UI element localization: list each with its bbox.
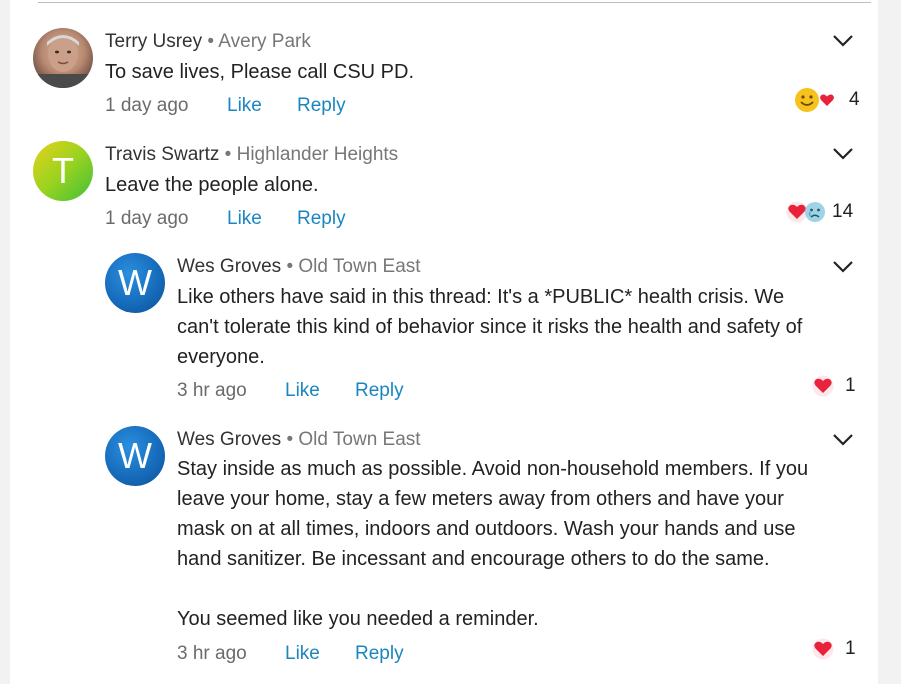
like-button[interactable]: Like	[285, 380, 320, 402]
heart-icon	[812, 375, 834, 397]
chevron-down-icon[interactable]	[832, 260, 854, 274]
avatar[interactable]: W	[105, 426, 165, 486]
comment-actions: 1 day ago Like Reply	[105, 95, 346, 117]
author-location[interactable]: Avery Park	[218, 31, 311, 52]
heart-icon	[812, 638, 834, 660]
reaction-summary[interactable]: 1	[812, 638, 856, 660]
timestamp: 3 hr ago	[177, 380, 247, 401]
timestamp: 1 day ago	[105, 208, 189, 229]
reaction-count: 1	[845, 638, 856, 659]
comment-actions: 3 hr ago Like Reply	[177, 380, 404, 402]
reaction-count: 1	[845, 375, 856, 396]
comment-text: Leave the people alone.	[105, 174, 319, 196]
comment-meta: Wes Groves • Old Town East	[177, 256, 421, 278]
author-location[interactable]: Old Town East	[298, 429, 420, 450]
reaction-count: 4	[849, 89, 860, 110]
author-name[interactable]: Terry Usrey	[105, 31, 202, 52]
avatar-initial: T	[52, 150, 74, 191]
chevron-down-icon[interactable]	[832, 433, 854, 447]
avatar[interactable]: T	[33, 141, 93, 201]
like-button[interactable]: Like	[227, 208, 262, 230]
reply-button[interactable]: Reply	[297, 208, 346, 230]
avatar-initial: W	[118, 435, 152, 476]
like-button[interactable]: Like	[285, 643, 320, 665]
reply-button[interactable]: Reply	[297, 95, 346, 117]
chevron-down-icon[interactable]	[832, 147, 854, 161]
comment-text: Like others have said in this thread: It…	[177, 286, 803, 368]
author-location[interactable]: Old Town East	[298, 256, 420, 277]
avatar-initial: W	[118, 262, 152, 303]
sad-icon	[805, 202, 825, 222]
chevron-down-icon[interactable]	[832, 34, 854, 48]
like-button[interactable]: Like	[227, 95, 262, 117]
timestamp: 3 hr ago	[177, 643, 247, 664]
separator: •	[219, 144, 237, 165]
divider	[38, 2, 871, 3]
heart-icon	[820, 94, 834, 106]
separator: •	[281, 429, 299, 450]
comment-meta: Wes Groves • Old Town East	[177, 429, 421, 451]
separator: •	[202, 31, 219, 52]
comments-panel: Terry Usrey • Avery Park To save lives, …	[10, 0, 878, 684]
reply-button[interactable]: Reply	[355, 380, 404, 402]
author-name[interactable]: Travis Swartz	[105, 144, 219, 165]
comment-actions: 3 hr ago Like Reply	[177, 643, 404, 665]
reaction-summary[interactable]: 14	[786, 201, 853, 223]
timestamp: 1 day ago	[105, 95, 189, 116]
reply-button[interactable]: Reply	[355, 643, 404, 665]
separator: •	[281, 256, 299, 277]
author-name[interactable]: Wes Groves	[177, 429, 281, 450]
avatar[interactable]	[33, 28, 93, 88]
comment-meta: Travis Swartz • Highlander Heights	[105, 144, 398, 166]
reaction-summary[interactable]: 1	[812, 375, 856, 397]
author-location[interactable]: Highlander Heights	[237, 144, 399, 165]
comment-actions: 1 day ago Like Reply	[105, 208, 346, 230]
comment-meta: Terry Usrey • Avery Park	[105, 31, 311, 53]
avatar[interactable]: W	[105, 253, 165, 313]
reaction-count: 14	[832, 201, 854, 222]
avatar-photo-icon	[33, 35, 93, 88]
author-name[interactable]: Wes Groves	[177, 256, 281, 277]
comment-text: Stay inside as much as possible. Avoid n…	[177, 458, 809, 630]
reaction-summary[interactable]: 4	[794, 86, 860, 114]
comment-text: To save lives, Please call CSU PD.	[105, 61, 415, 83]
smile-icon	[795, 88, 819, 112]
